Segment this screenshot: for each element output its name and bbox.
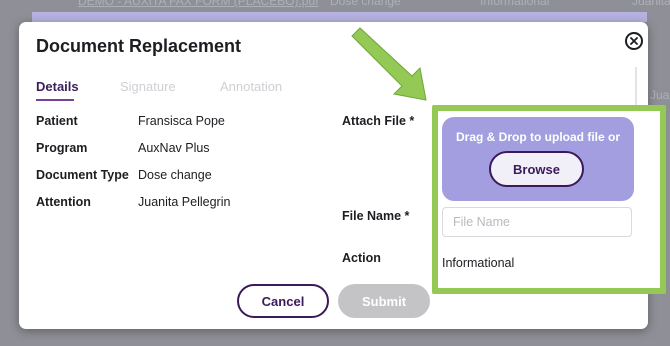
file-name-input[interactable] xyxy=(442,207,632,237)
file-name-label: File Name * xyxy=(342,209,410,223)
close-circle-icon[interactable] xyxy=(625,32,643,50)
dropzone-text: Drag & Drop to upload file or xyxy=(456,130,620,144)
action-value: Informational xyxy=(442,256,515,270)
patient-value: Fransisca Pope xyxy=(138,114,225,128)
background-doc-type: Dose change xyxy=(330,0,401,8)
browse-button[interactable]: Browse xyxy=(489,151,584,187)
cancel-button[interactable]: Cancel xyxy=(237,284,329,318)
file-dropzone[interactable]: Drag & Drop to upload file or Browse xyxy=(442,117,634,201)
background-file-link: DEMO - AUXITA FAX FORM (PLACEBO).pdf xyxy=(78,0,319,8)
background-attention: Juanita xyxy=(632,0,670,8)
attach-file-label: Attach File * xyxy=(342,114,415,128)
document-type-label: Document Type xyxy=(36,168,129,182)
action-label: Action xyxy=(342,251,381,265)
attention-value: Juanita Pellegrin xyxy=(138,195,231,209)
patient-label: Patient xyxy=(36,114,78,128)
modal-backdrop-edge xyxy=(32,12,647,22)
submit-button[interactable]: Submit xyxy=(338,284,430,318)
attention-label: Attention xyxy=(36,195,91,209)
tab-signature[interactable]: Signature xyxy=(120,79,176,94)
modal-title: Document Replacement xyxy=(36,36,242,56)
background-side-1: Juanita xyxy=(650,88,670,102)
tab-details[interactable]: Details xyxy=(36,79,79,94)
document-type-value: Dose change xyxy=(138,168,212,182)
document-replacement-modal: Document Replacement Details Signature A… xyxy=(19,22,666,329)
background-action: Informational xyxy=(480,0,550,8)
active-tab-underline xyxy=(36,99,74,101)
program-value: AuxNav Plus xyxy=(138,141,210,155)
program-label: Program xyxy=(36,141,88,155)
tab-annotation[interactable]: Annotation xyxy=(220,79,282,94)
highlighted-upload-panel: Drag & Drop to upload file or Browse Inf… xyxy=(432,105,666,294)
